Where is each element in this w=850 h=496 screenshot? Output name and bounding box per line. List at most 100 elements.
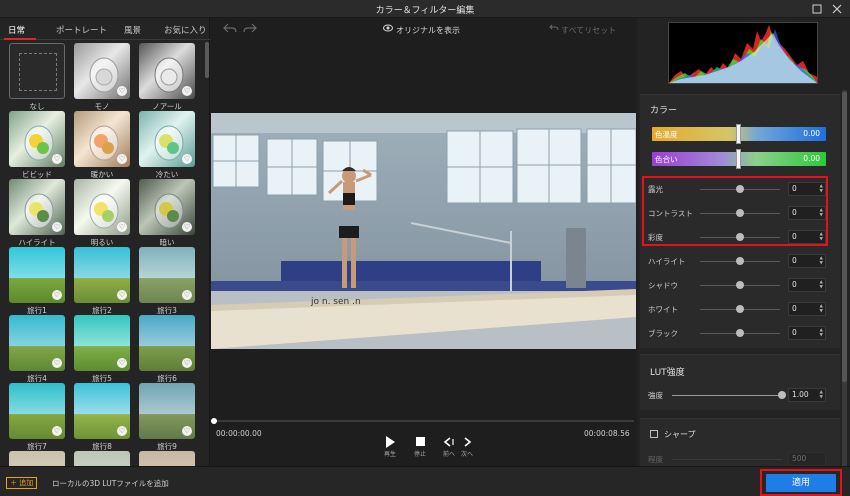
filter-thumb: ♡	[139, 179, 195, 235]
temperature-value[interactable]: 0.00	[803, 129, 820, 138]
tab-landscape[interactable]: 風景	[124, 24, 141, 36]
favorite-icon[interactable]: ♡	[52, 426, 62, 436]
favorite-icon[interactable]: ♡	[117, 426, 127, 436]
tint-value[interactable]: 0.00	[803, 154, 820, 163]
favorite-icon[interactable]: ♡	[117, 154, 127, 164]
video-frame: jo n. sen .n	[211, 113, 636, 349]
apply-button[interactable]: 適用	[766, 474, 836, 492]
sharpen-degree-field[interactable]: 500	[788, 452, 826, 466]
next-frame-icon	[456, 436, 478, 448]
favorite-icon[interactable]: ♡	[182, 222, 192, 232]
shadows-knob[interactable]	[736, 281, 744, 289]
sharpen-degree-track[interactable]	[672, 459, 782, 460]
redo-icon[interactable]	[243, 22, 257, 36]
add-lut-hint: ローカルの3D LUTファイルを追加	[52, 479, 169, 488]
slider-highlights[interactable]: ハイライト 0 ▲ ▼	[640, 253, 840, 269]
slider-lut-strength[interactable]: 強度 1.00 ▲ ▼	[640, 387, 840, 403]
stop-icon	[409, 436, 431, 448]
shadows-field[interactable]: 0 ▲ ▼	[788, 278, 826, 292]
filter-tabs: 日常 ポートレート 風景 お気に入り	[0, 18, 210, 40]
filter-thumb: ♡	[74, 179, 130, 235]
slider-blacks[interactable]: ブラック 0 ▲ ▼	[640, 325, 840, 341]
tab-portrait[interactable]: ポートレート	[56, 24, 107, 36]
watermark-text: jo n. sen .n	[310, 297, 361, 307]
play-button[interactable]: 再生	[379, 436, 401, 458]
tab-favorites[interactable]: お気に入り	[164, 24, 207, 36]
filter-thumb: ♡	[74, 43, 130, 99]
spinner-icon: ▲ ▼	[819, 304, 823, 314]
favorite-icon[interactable]: ♡	[182, 154, 192, 164]
show-original-button[interactable]: オリジナルを表示	[396, 25, 460, 36]
spinner-icon: ▲ ▼	[819, 328, 823, 338]
slider-sharpen-degree[interactable]: 程度 500	[640, 451, 840, 467]
color-section-title: カラー	[650, 106, 678, 116]
highlights-field[interactable]: 0 ▲ ▼	[788, 254, 826, 268]
filter-thumb: ♡	[9, 179, 65, 235]
sharpen-checkbox[interactable]	[650, 430, 658, 438]
sharpen-label: シャープ	[664, 430, 696, 439]
adjustment-panel: カラー 色温度 0.00 色合い 0.00 露光 0 ▲ ▼ コントラスト 0 ▲ ▼ …	[638, 18, 850, 468]
filter-thumb	[9, 43, 65, 99]
temperature-knob[interactable]	[736, 124, 741, 144]
favorite-icon[interactable]: ♡	[52, 222, 62, 232]
highlight-box	[642, 176, 828, 246]
eye-icon[interactable]	[383, 24, 393, 34]
lut-section-title: LUT強度	[650, 368, 685, 378]
play-icon	[379, 436, 401, 448]
spinner-icon: ▲ ▼	[819, 390, 823, 400]
lut-strength-field[interactable]: 1.00 ▲ ▼	[788, 388, 826, 402]
tint-knob[interactable]	[736, 149, 741, 169]
favorite-icon[interactable]: ♡	[52, 358, 62, 368]
filter-grid: なし ♡ モノ ♡ ノアール ♡ ビビッド ♡ 暖かい ♡ 冷たい ♡ ハイライ…	[0, 40, 204, 466]
histogram	[668, 22, 818, 84]
lut-strength-track[interactable]	[672, 395, 782, 396]
temperature-slider[interactable]: 色温度 0.00	[652, 124, 826, 144]
filter-thumb: ♡	[9, 247, 65, 303]
shadows-label: シャドウ	[648, 281, 678, 290]
add-lut-button[interactable]: ＋ 追加	[6, 477, 38, 489]
whites-field[interactable]: 0 ▲ ▼	[788, 302, 826, 316]
slider-shadows[interactable]: シャドウ 0 ▲ ▼	[640, 277, 840, 293]
reset-icon[interactable]	[549, 24, 559, 35]
blacks-field[interactable]: 0 ▲ ▼	[788, 326, 826, 340]
temperature-label: 色温度	[655, 130, 678, 139]
filter-thumb: ♡	[139, 111, 195, 167]
favorite-icon[interactable]: ♡	[52, 154, 62, 164]
favorite-icon[interactable]: ♡	[182, 86, 192, 96]
title-bar: カラー＆フィルター編集	[0, 0, 850, 18]
highlights-knob[interactable]	[736, 257, 744, 265]
favorite-icon[interactable]: ♡	[182, 290, 192, 300]
filter-thumb	[139, 451, 195, 466]
timeline-knob[interactable]	[211, 418, 217, 424]
window-title: カラー＆フィルター編集	[375, 6, 475, 16]
favorite-icon[interactable]: ♡	[117, 222, 127, 232]
spinner-icon: ▲ ▼	[819, 256, 823, 266]
preview-toolbar: オリジナルを表示 すべてリセット	[211, 18, 636, 42]
close-icon[interactable]	[830, 2, 844, 16]
blacks-knob[interactable]	[736, 329, 744, 337]
whites-knob[interactable]	[736, 305, 744, 313]
favorite-icon[interactable]: ♡	[182, 358, 192, 368]
next-frame-button[interactable]: 次へ	[456, 436, 478, 458]
favorite-icon[interactable]: ♡	[182, 426, 192, 436]
filter-thumb	[74, 451, 130, 466]
favorite-icon[interactable]: ♡	[52, 290, 62, 300]
filter-scrollbar[interactable]	[205, 42, 209, 78]
favorite-icon[interactable]: ♡	[117, 358, 127, 368]
stop-button[interactable]: 停止	[409, 436, 431, 458]
lut-strength-knob[interactable]	[778, 391, 786, 399]
adjustment-scrollbar[interactable]	[842, 90, 847, 468]
favorite-icon[interactable]: ♡	[117, 86, 127, 96]
maximize-icon[interactable]	[810, 2, 824, 16]
lut-strength-label: 強度	[648, 391, 663, 400]
tab-daily[interactable]: 日常	[8, 24, 25, 36]
timeline-scrubber[interactable]	[211, 418, 634, 424]
undo-icon[interactable]	[223, 22, 237, 36]
reset-all-button[interactable]: すべてリセット	[561, 25, 616, 36]
favorite-icon[interactable]: ♡	[117, 290, 127, 300]
current-time: 00:00:00.00	[216, 429, 262, 438]
blacks-label: ブラック	[648, 329, 678, 338]
slider-whites[interactable]: ホワイト 0 ▲ ▼	[640, 301, 840, 317]
filter-thumb: ♡	[139, 315, 195, 371]
tint-slider[interactable]: 色合い 0.00	[652, 149, 826, 169]
